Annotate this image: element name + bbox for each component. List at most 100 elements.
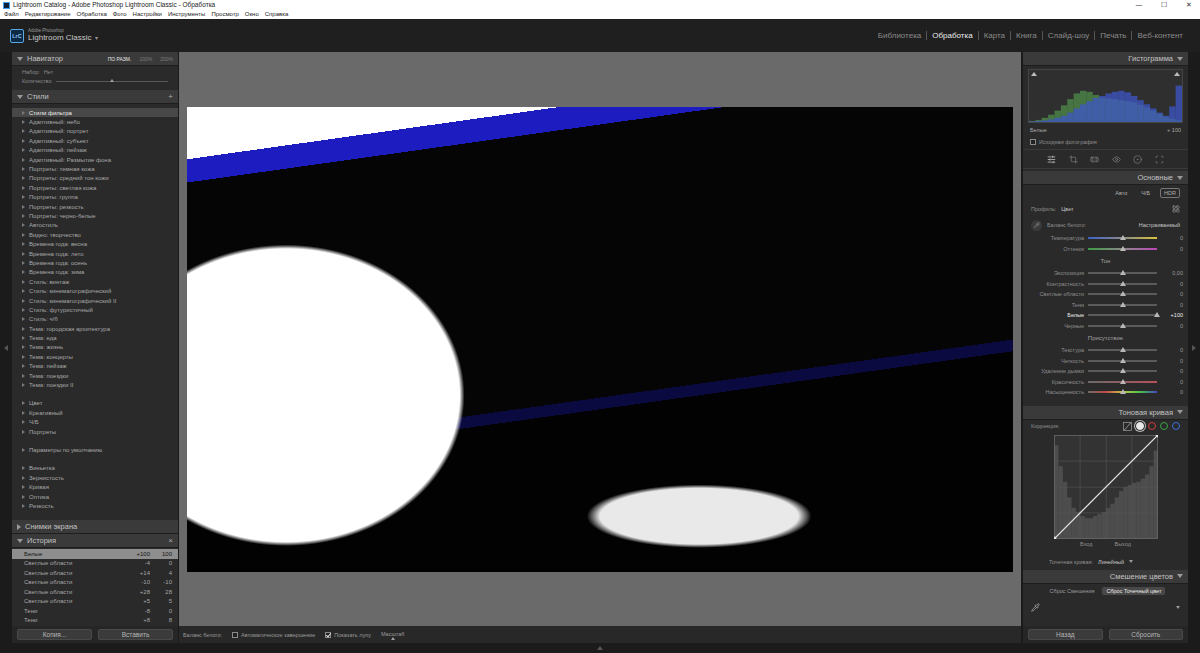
expand-icon[interactable] [22,485,25,489]
tone-curve-plot[interactable] [1054,435,1158,539]
scale-thumb[interactable] [391,637,395,640]
white-balance-picker[interactable] [1031,220,1042,231]
expand-icon[interactable] [22,223,25,227]
tool-button[interactable] [1155,155,1164,164]
slider-row[interactable]: Красочность0 [1023,377,1188,388]
expand-icon[interactable] [22,120,25,124]
slider-track[interactable] [1088,248,1157,250]
slider-row[interactable]: Четкость0 [1023,356,1188,367]
panel-button[interactable]: Вставить [98,629,173,640]
preset-item[interactable]: Зернистость [12,473,178,482]
slider-thumb[interactable] [1120,323,1126,328]
slider-thumb[interactable] [1154,312,1160,317]
menu-item[interactable]: Инструменты [168,10,205,19]
curve-channel-button[interactable] [1160,422,1168,430]
slider-thumb[interactable] [1120,389,1126,394]
slider-track[interactable] [1088,283,1157,285]
slider-thumb[interactable] [1120,235,1126,240]
history-row[interactable]: Светлые области-10-10 [12,578,178,588]
panel-button[interactable]: Сбросить [1109,629,1184,640]
preset-item[interactable]: Виньетка [12,464,178,473]
slider-thumb[interactable] [1120,302,1126,307]
tool-button[interactable] [1133,155,1142,164]
preset-item[interactable]: Автостиль [12,221,178,230]
preset-amount-thumb[interactable] [110,79,114,82]
preset-item[interactable]: Портреты: черно-белые [12,211,178,220]
slider-track[interactable] [1088,325,1157,327]
expand-icon[interactable] [22,205,25,209]
slider-value[interactable]: 0 [1161,281,1183,287]
slider-value[interactable]: 0 [1161,291,1183,297]
expand-icon[interactable] [22,261,25,265]
color-mix-button[interactable]: Сброс Точечный цвет [1102,587,1165,595]
tool-button[interactable] [1090,155,1099,164]
preset-item[interactable]: Адаптивный: портрет [12,127,178,136]
slider-row[interactable]: Экспозиция0,00 [1023,268,1188,279]
slider-track[interactable] [1088,349,1157,351]
eyedropper-icon[interactable] [1034,222,1040,228]
preset-item[interactable]: Тема: концерты [12,352,178,361]
photo[interactable] [187,107,1013,572]
preset-item[interactable]: Стили фильтра [12,108,178,117]
module-link[interactable]: Библиотека [873,31,927,40]
menu-item[interactable]: Просмотр [211,10,238,19]
slider-value[interactable]: 0 [1161,389,1183,395]
dropdown-icon[interactable] [1176,606,1180,609]
preset-item[interactable]: Видео: творчество [12,230,178,239]
preset-item[interactable]: Адаптивный: пейзаж [12,146,178,155]
slider-row[interactable]: Черные0 [1023,321,1188,332]
basic-header[interactable]: Основные [1023,171,1188,185]
slider-row[interactable]: Насыщенность0 [1023,387,1188,398]
collapse-right-icon[interactable] [1192,345,1196,351]
preset-item[interactable]: Кривая [12,482,178,491]
tool-button[interactable] [1112,155,1121,164]
tool-button[interactable] [1069,155,1078,164]
point-curve-value[interactable]: Линейный [1098,559,1124,565]
slider-thumb[interactable] [1120,379,1126,384]
expand-icon[interactable] [22,355,25,359]
expand-icon[interactable] [22,289,25,293]
module-link[interactable]: Книга [1010,31,1042,40]
navigator-header[interactable]: НавигаторПО РАЗМ.100%200% [12,52,178,66]
preset-item[interactable]: Стиль: кинематографический [12,286,178,295]
collapse-bottom-icon[interactable] [597,646,603,650]
history-row[interactable]: Светлые области-40 [12,559,178,569]
slider-value[interactable]: 0 [1161,358,1183,364]
expand-icon[interactable] [22,308,25,312]
expand-icon[interactable] [22,430,25,434]
panel-button[interactable]: Назад [1028,629,1103,640]
slider-thumb[interactable] [1120,246,1126,251]
expand-icon[interactable] [22,364,25,368]
slider-value[interactable]: 0 [1161,347,1183,353]
menu-item[interactable]: Настройки [133,10,162,19]
expand-icon[interactable] [22,139,25,143]
collapse-left-icon[interactable] [4,345,8,351]
preset-item[interactable]: Резкость [12,501,178,510]
preset-item[interactable]: Тема: поездки II [12,380,178,389]
toolbar-checkbox[interactable]: Автоматическое завершение [232,632,315,638]
preset-item[interactable]: Времена года: зима [12,268,178,277]
preset-item[interactable]: Времена года: лето [12,249,178,258]
preset-item[interactable]: Портреты: темная кожа [12,164,178,173]
slider-track[interactable] [1088,391,1157,393]
slider-value[interactable]: 0 [1161,302,1183,308]
slider-track[interactable] [1088,237,1157,239]
curve-channel-button[interactable] [1136,422,1144,430]
disclosure-triangle-icon[interactable] [17,524,21,530]
slider-row[interactable]: Светлые области0 [1023,289,1188,300]
slider-track[interactable] [1088,381,1157,383]
treatment-button[interactable]: Ч/Б [1137,188,1154,198]
disclosure-triangle-icon[interactable] [17,57,23,61]
expand-icon[interactable] [22,504,25,508]
zoom-option[interactable]: ПО РАЗМ. [108,56,132,62]
disclosure-triangle-icon[interactable] [1177,574,1183,578]
expand-icon[interactable] [22,129,25,133]
curve-point[interactable] [1155,435,1157,437]
expand-icon[interactable] [22,336,25,340]
slider-value[interactable]: +100 [1161,312,1183,318]
highlight-clipping-icon[interactable] [1174,72,1180,76]
history-header[interactable]: История× [12,534,178,548]
preset-item[interactable]: Адаптивный: субъект [12,136,178,145]
slider-row[interactable]: Текстура0 [1023,345,1188,356]
preset-item[interactable]: Портреты: группа [12,193,178,202]
